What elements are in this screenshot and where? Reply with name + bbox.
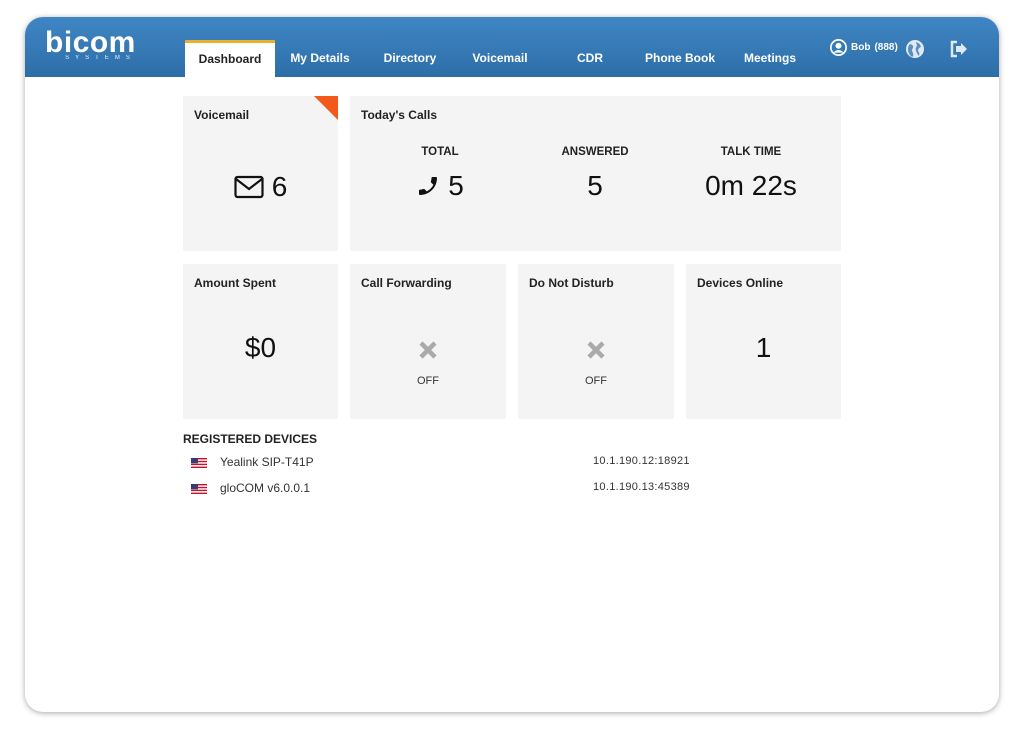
answered-calls-column: ANSWERED 5 [520,146,670,202]
device-row: gloCOM v6.0.0.1 10.1.190.13:45389 [191,481,711,499]
total-label: TOTAL [421,146,459,158]
us-flag-icon [191,484,207,494]
talk-time-column: TALK TIME 0m 22s [676,146,826,202]
todays-calls-card: Today's Calls TOTAL 5 ANSWERED 5 TALK TI… [350,96,841,251]
device-name: gloCOM v6.0.0.1 [220,481,311,495]
devices-online-value: 1 [755,332,772,363]
x-icon [587,341,605,359]
do-not-disturb-status: OFF [585,375,607,387]
x-icon [419,341,437,359]
user-extension: (888) [874,42,898,53]
user-name: Bob [851,42,871,53]
phone-icon [419,177,438,195]
devices-online-title: Devices Online [697,276,784,290]
tab-dashboard[interactable]: Dashboard [185,40,275,77]
globe-icon[interactable] [905,39,925,59]
voicemail-count: 6 [271,171,288,202]
bicom-logo[interactable]: bicom SYSTEMS [45,26,136,62]
talk-time-value: 0m 22s [705,170,797,201]
amount-spent-title: Amount Spent [194,276,276,290]
call-forwarding-status: OFF [417,375,439,387]
devices-online-card: Devices Online 1 [686,264,841,419]
total-calls-value: 5 [448,170,464,201]
app-window: bicom SYSTEMS Dashboard My Details Direc… [25,17,999,712]
call-forwarding-title: Call Forwarding [361,276,452,290]
user-icon [830,39,847,56]
logo-text: bicom [45,26,136,59]
call-forwarding-card[interactable]: Call Forwarding OFF [350,264,506,419]
answered-calls-value: 5 [587,170,603,201]
voicemail-card-title: Voicemail [194,108,250,122]
logo-subtext: SYSTEMS [65,55,136,61]
us-flag-icon [191,458,207,468]
envelope-icon [234,175,264,199]
do-not-disturb-title: Do Not Disturb [529,276,614,290]
device-ip: 10.1.190.12:18921 [593,455,690,467]
tab-phone-book[interactable]: Phone Book [635,40,725,77]
talk-time-label: TALK TIME [720,146,782,158]
tab-cdr[interactable]: CDR [545,40,635,77]
new-message-corner-flag [314,96,338,120]
tab-voicemail[interactable]: Voicemail [455,40,545,77]
amount-spent-value: $0 [244,332,277,363]
device-ip: 10.1.190.13:45389 [593,481,690,493]
tab-meetings[interactable]: Meetings [725,40,815,77]
tab-my-details[interactable]: My Details [275,40,365,77]
total-calls-column: TOTAL 5 [365,146,515,202]
registered-devices-heading: REGISTERED DEVICES [183,432,318,446]
top-navigation-bar: bicom SYSTEMS Dashboard My Details Direc… [25,17,999,77]
amount-spent-card: Amount Spent $0 [183,264,338,419]
logout-icon[interactable] [949,39,969,59]
answered-label: ANSWERED [561,146,629,158]
device-name: Yealink SIP-T41P [220,455,314,469]
user-menu[interactable]: Bob (888) [830,39,898,56]
voicemail-card[interactable]: Voicemail 6 [183,96,338,251]
device-row: Yealink SIP-T41P 10.1.190.12:18921 [191,455,711,473]
tab-directory[interactable]: Directory [365,40,455,77]
do-not-disturb-card[interactable]: Do Not Disturb OFF [518,264,674,419]
todays-calls-title: Today's Calls [361,108,437,122]
